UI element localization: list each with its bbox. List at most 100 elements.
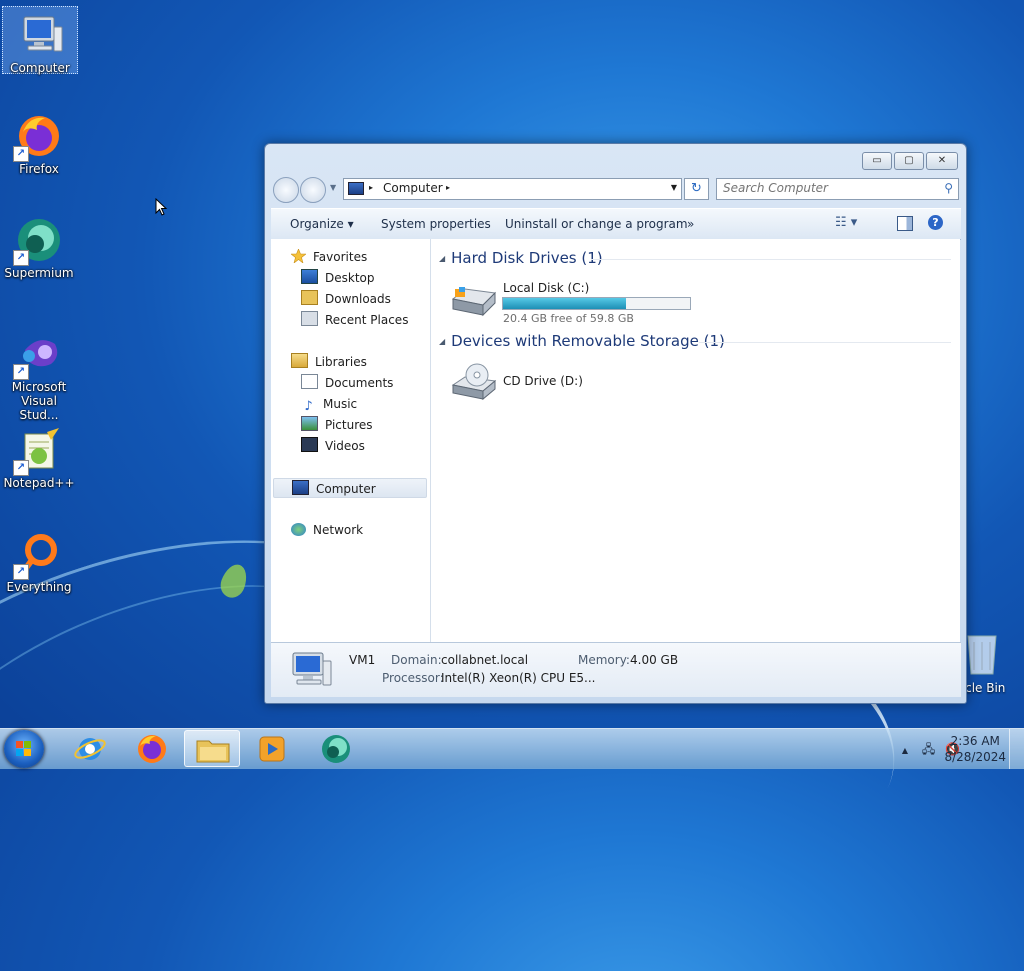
taskbar-media-player[interactable] [244, 730, 300, 767]
nav-item-network[interactable]: Network [291, 520, 363, 540]
uninstall-program-button[interactable]: Uninstall or change a program [505, 217, 688, 231]
content-pane: ◢ Hard Disk Drives (1) Local Disk (C:) 20… [431, 239, 960, 642]
help-icon[interactable]: ? [928, 215, 943, 230]
taskbar-file-explorer[interactable] [184, 730, 240, 767]
nav-item-recent-places[interactable]: Recent Places [301, 310, 408, 330]
navigation-pane: Favorites Desktop Downloads Recent Place… [271, 239, 431, 642]
chevron-right-icon[interactable]: ▸ [446, 183, 450, 192]
show-desktop-button[interactable] [1009, 729, 1024, 769]
hard-drive-icon [451, 287, 497, 317]
domain-value: collabnet.local [441, 653, 529, 667]
maximize-button[interactable]: ▢ [894, 152, 924, 170]
preview-pane-icon[interactable] [897, 216, 913, 231]
nav-item-videos[interactable]: Videos [301, 436, 365, 456]
nav-item-favorites[interactable]: Favorites [290, 247, 367, 267]
pictures-icon [301, 416, 318, 431]
organize-button[interactable]: Organize ▾ [290, 217, 354, 231]
explorer-window[interactable]: ▭ ▢ ✕ ▼ ▸ Computer ▸ ▼ ↻ ⚲ Organize ▾ Sy… [264, 143, 967, 704]
collapse-triangle-icon[interactable]: ◢ [439, 337, 445, 346]
desktop-icon-label: Visual Stud... [19, 394, 59, 422]
shortcut-arrow-icon: ↗ [13, 250, 29, 266]
search-icon[interactable]: ⚲ [944, 181, 953, 195]
taskbar-firefox[interactable] [124, 730, 180, 767]
more-commands-button[interactable]: » [687, 217, 694, 231]
nav-item-desktop[interactable]: Desktop [301, 268, 375, 288]
minimize-button[interactable]: ▭ [862, 152, 892, 170]
videos-icon [301, 437, 318, 452]
computer-icon [292, 652, 332, 686]
desktop-icon-label: Everything [6, 580, 72, 594]
nav-label: Downloads [325, 292, 391, 306]
nav-label: Desktop [325, 271, 375, 285]
windows-logo-icon [16, 741, 31, 756]
group-title: Hard Disk Drives (1) [451, 249, 603, 267]
firefox-icon [138, 735, 166, 763]
search-input[interactable] [717, 179, 928, 197]
domain-label: Domain: [391, 653, 442, 667]
desktop-icon-supermium[interactable]: ↗ Supermium [2, 212, 76, 280]
supermium-icon: ↗ [13, 216, 63, 266]
documents-icon [301, 374, 318, 389]
group-divider [699, 342, 951, 343]
start-button[interactable] [4, 730, 44, 768]
libraries-icon [291, 353, 308, 368]
processor-value: Intel(R) Xeon(R) CPU E5... [441, 671, 596, 685]
collapse-triangle-icon[interactable]: ◢ [439, 254, 445, 263]
show-hidden-icons-button[interactable]: ▲ [902, 746, 908, 755]
network-icon [291, 523, 306, 536]
close-button[interactable]: ✕ [926, 152, 958, 170]
star-icon [290, 248, 307, 264]
disk-usage-bar [502, 297, 691, 310]
recent-pages-dropdown[interactable]: ▼ [330, 183, 336, 192]
desktop-icon-visual-studio[interactable]: ↗ Microsoft Visual Stud... [2, 326, 76, 422]
group-divider [591, 259, 951, 260]
desktop-icon-label: Supermium [4, 266, 74, 280]
music-icon: ♪ [304, 399, 313, 414]
chevron-right-icon[interactable]: ▸ [369, 183, 373, 192]
mouse-cursor-icon [155, 198, 168, 216]
clock[interactable]: 2:36 AM 8/28/2024 [944, 733, 1006, 765]
command-bar: Organize ▾ System properties Uninstall o… [271, 208, 961, 240]
memory-value: 4.00 GB [630, 653, 679, 667]
computer-icon [292, 480, 309, 495]
nav-item-computer[interactable]: Computer [273, 478, 427, 498]
change-view-icon[interactable]: ☷ ▾ [835, 215, 857, 230]
taskbar-internet-explorer[interactable] [62, 730, 118, 767]
nav-item-music[interactable]: ♪ Music [301, 394, 357, 414]
shortcut-arrow-icon: ↗ [13, 460, 29, 476]
back-button[interactable] [273, 177, 299, 203]
network-status-icon[interactable]: 🖧 [922, 742, 935, 756]
desktop-icon-firefox[interactable]: ↗ Firefox [2, 108, 76, 176]
nav-label: Music [323, 397, 358, 411]
desktop-icon-recycle-bin[interactable]: ycle Bin [958, 630, 1018, 695]
nav-item-downloads[interactable]: Downloads [301, 289, 391, 309]
breadcrumb-computer[interactable]: Computer [383, 181, 443, 195]
desktop-icon-notepadpp[interactable]: ↗ Notepad++ [2, 422, 76, 490]
refresh-button[interactable]: ↻ [684, 178, 709, 200]
nav-item-documents[interactable]: Documents [301, 373, 393, 393]
file-explorer-icon [196, 740, 230, 763]
taskbar-supermium[interactable] [308, 730, 364, 767]
desktop-icon-computer[interactable]: Computer [2, 6, 78, 75]
downloads-folder-icon [301, 290, 318, 305]
group-header-removable-storage[interactable]: ◢ Devices with Removable Storage (1) [439, 332, 725, 350]
computer-icon [16, 11, 64, 59]
everything-icon: ↗ [13, 530, 63, 580]
nav-item-pictures[interactable]: Pictures [301, 415, 373, 435]
disk-usage-fill [503, 298, 627, 309]
search-box[interactable]: ⚲ [716, 178, 959, 200]
details-pane: VM1 Domain: collabnet.local Memory: 4.00… [271, 642, 961, 697]
group-header-hard-disk-drives[interactable]: ◢ Hard Disk Drives (1) [439, 249, 603, 267]
desktop-icon-everything[interactable]: ↗ Everything [2, 526, 76, 594]
clock-time: 2:36 AM [950, 734, 1000, 748]
address-bar[interactable]: ▸ Computer ▸ ▼ [343, 178, 682, 200]
address-row: ▼ ▸ Computer ▸ ▼ ↻ ⚲ [273, 177, 959, 203]
nav-item-libraries[interactable]: Libraries [291, 352, 367, 372]
system-properties-button[interactable]: System properties [381, 217, 491, 231]
wallpaper-leaf [216, 560, 252, 602]
forward-button[interactable] [300, 177, 326, 203]
drive-free-space: 20.4 GB free of 59.8 GB [503, 312, 634, 325]
address-dropdown-icon[interactable]: ▼ [671, 183, 677, 192]
desktop-icon-label: Microsoft [11, 380, 67, 394]
group-title: Devices with Removable Storage (1) [451, 332, 725, 350]
